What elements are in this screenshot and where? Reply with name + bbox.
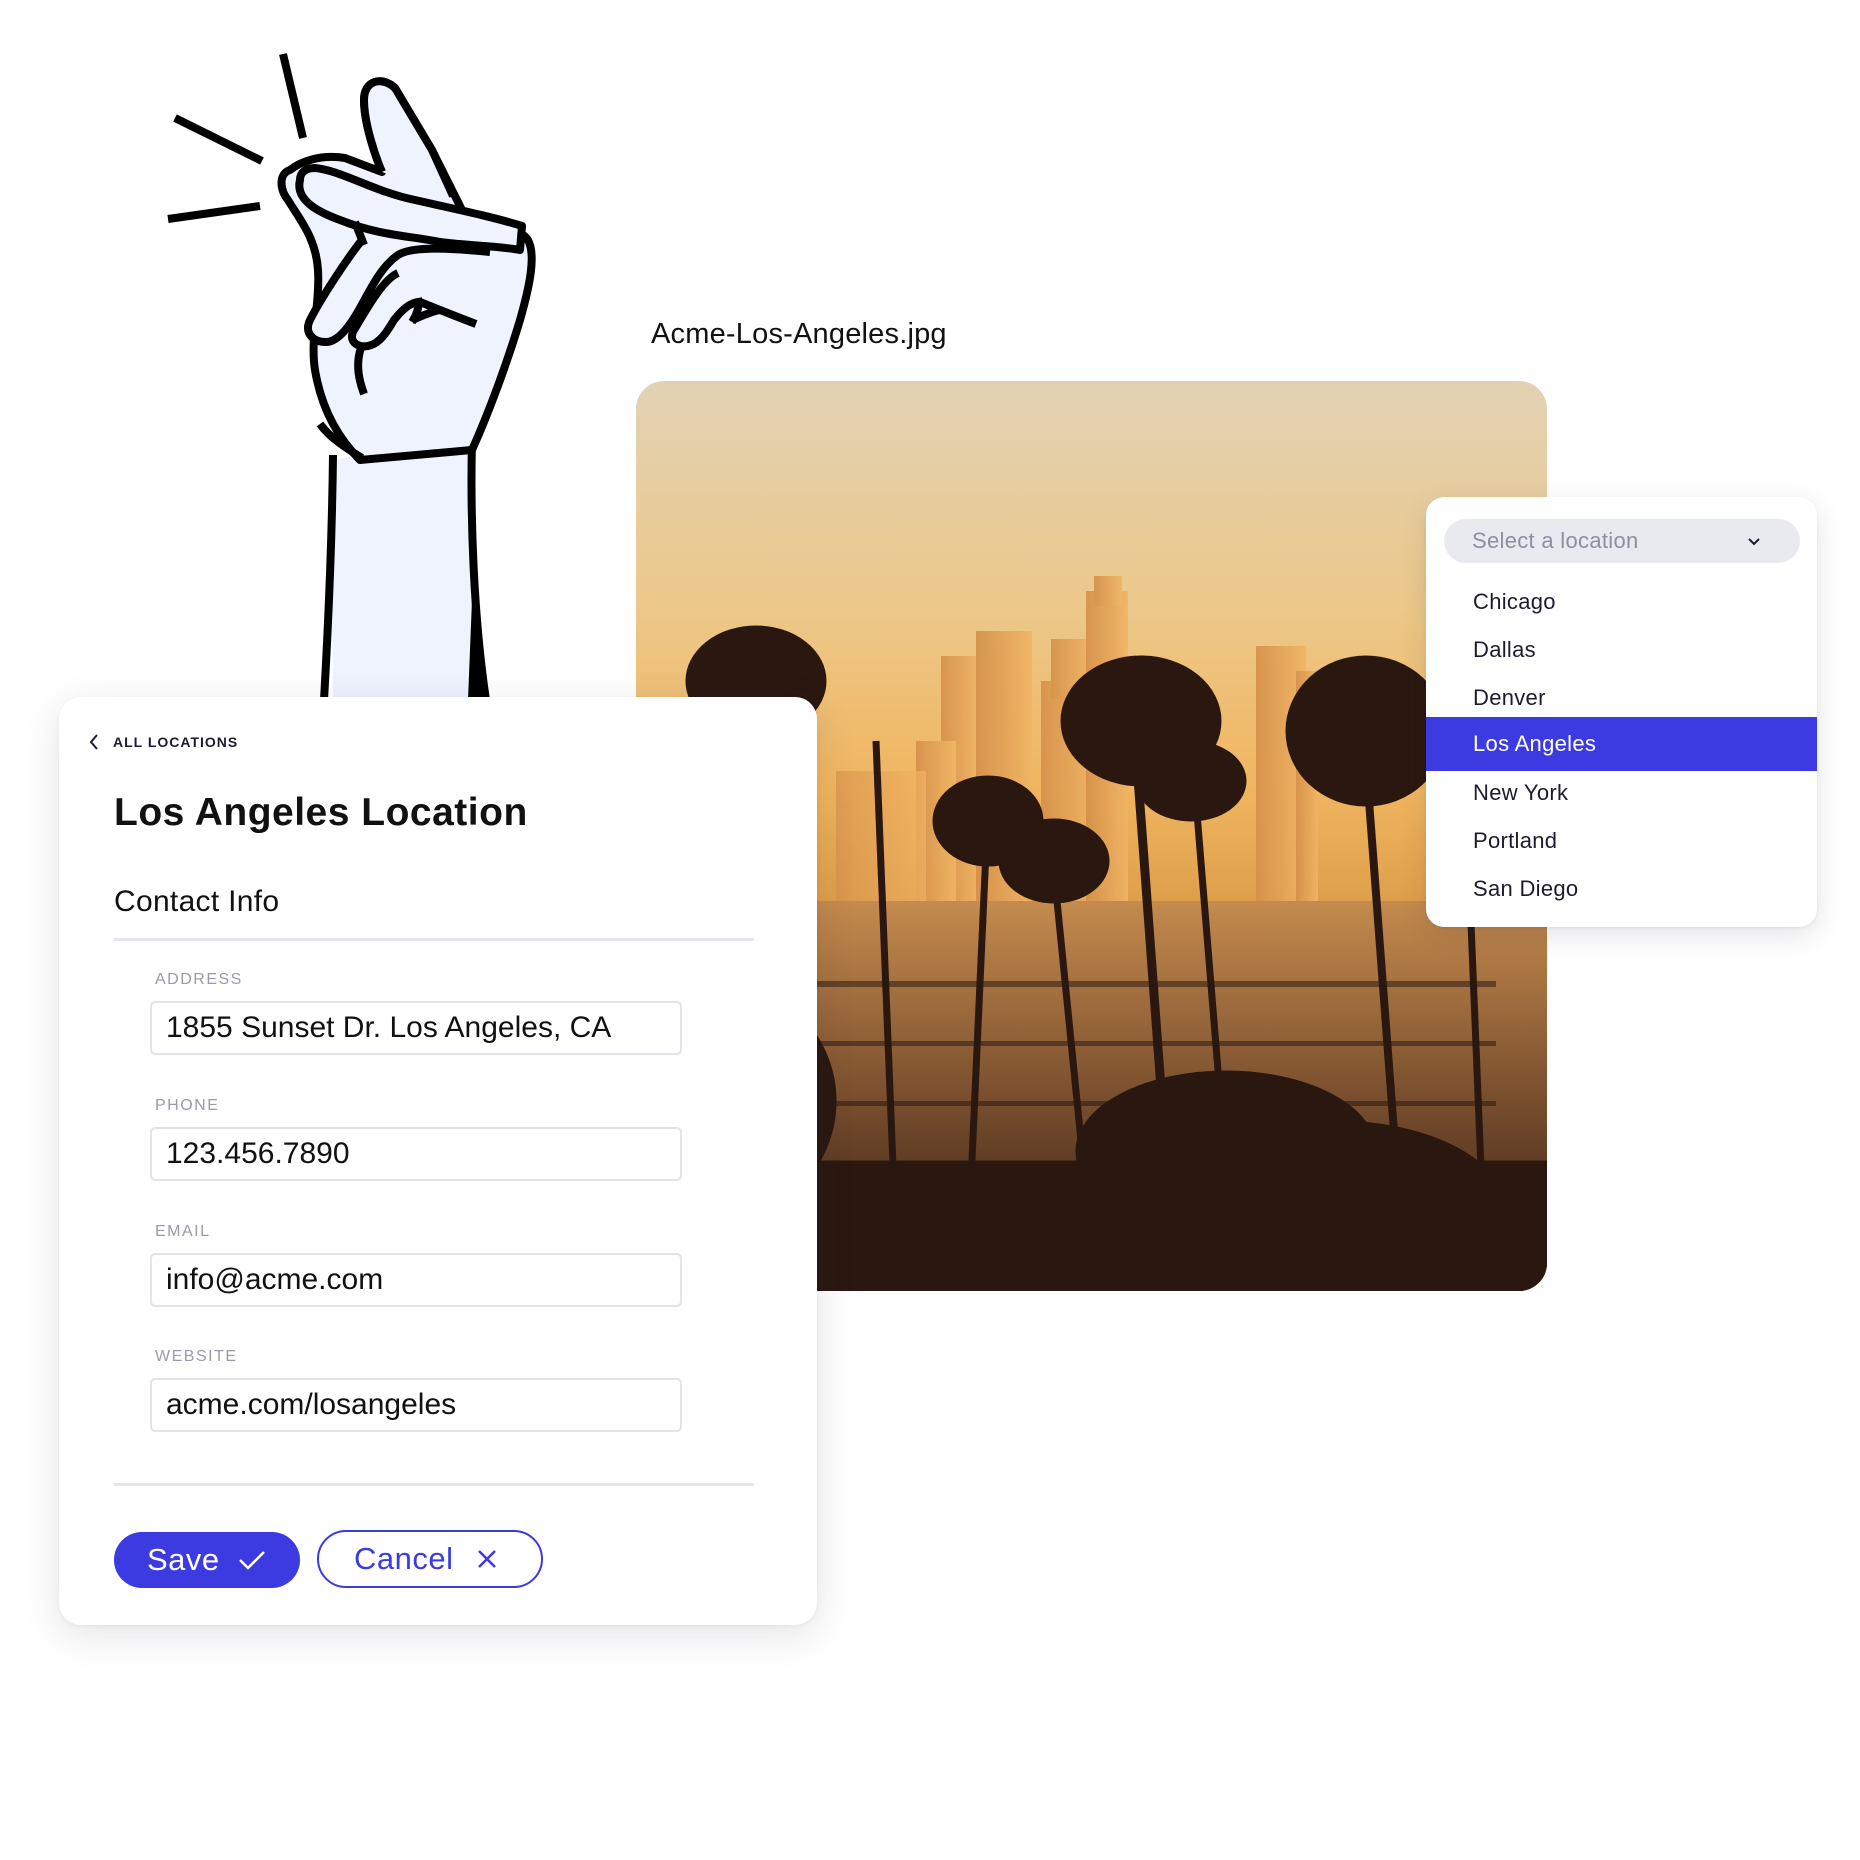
dropdown-option-dallas[interactable]: Dallas — [1426, 624, 1817, 676]
option-label: New York — [1473, 780, 1569, 805]
dropdown-option-portland[interactable]: Portland — [1426, 815, 1817, 867]
close-icon — [477, 1550, 496, 1568]
check-icon — [238, 1551, 265, 1570]
page-title: Los Angeles Location — [114, 791, 528, 834]
location-dropdown[interactable]: Select a location Chicago Dallas Denver … — [1426, 497, 1817, 927]
dropdown-option-chicago[interactable]: Chicago — [1426, 576, 1817, 628]
back-link-label: ALL LOCATIONS — [113, 734, 239, 750]
section-divider — [114, 938, 754, 941]
chevron-left-icon — [89, 734, 98, 750]
dropdown-option-new-york[interactable]: New York — [1426, 767, 1817, 819]
save-label: Save — [147, 1542, 220, 1577]
image-filename: Acme-Los-Angeles.jpg — [651, 318, 947, 350]
location-select[interactable]: Select a location — [1444, 519, 1800, 563]
option-label: Denver — [1473, 685, 1546, 710]
email-input[interactable] — [150, 1253, 682, 1307]
snapping-hand-illustration — [150, 40, 550, 701]
option-label: Los Angeles — [1473, 731, 1597, 756]
cancel-label: Cancel — [354, 1541, 454, 1576]
option-label: Chicago — [1473, 589, 1556, 614]
cancel-button[interactable]: Cancel — [317, 1530, 543, 1588]
back-to-all-locations-link[interactable]: ALL LOCATIONS — [87, 733, 238, 751]
option-label: San Diego — [1473, 876, 1579, 901]
option-label: Dallas — [1473, 637, 1536, 662]
actions-divider — [114, 1483, 754, 1486]
chevron-down-icon — [1748, 538, 1760, 546]
snap-motion-line — [167, 202, 261, 223]
phone-input[interactable] — [150, 1127, 682, 1181]
save-button[interactable]: Save — [114, 1532, 300, 1588]
snap-motion-line — [173, 114, 264, 165]
dropdown-option-los-angeles[interactable]: Los Angeles — [1426, 717, 1817, 771]
address-label: ADDRESS — [155, 971, 243, 988]
arm — [331, 440, 480, 700]
select-placeholder: Select a location — [1472, 528, 1639, 553]
email-label: EMAIL — [155, 1223, 211, 1240]
option-label: Portland — [1473, 828, 1558, 853]
section-title: Contact Info — [114, 885, 280, 918]
phone-label: PHONE — [155, 1097, 220, 1114]
location-edit-card: ALL LOCATIONS Los Angeles Location Conta… — [59, 697, 817, 1625]
website-input[interactable] — [150, 1378, 682, 1432]
website-label: WEBSITE — [155, 1348, 238, 1365]
address-input[interactable] — [150, 1001, 682, 1055]
dropdown-option-san-diego[interactable]: San Diego — [1426, 863, 1817, 915]
snap-motion-line — [279, 53, 307, 139]
